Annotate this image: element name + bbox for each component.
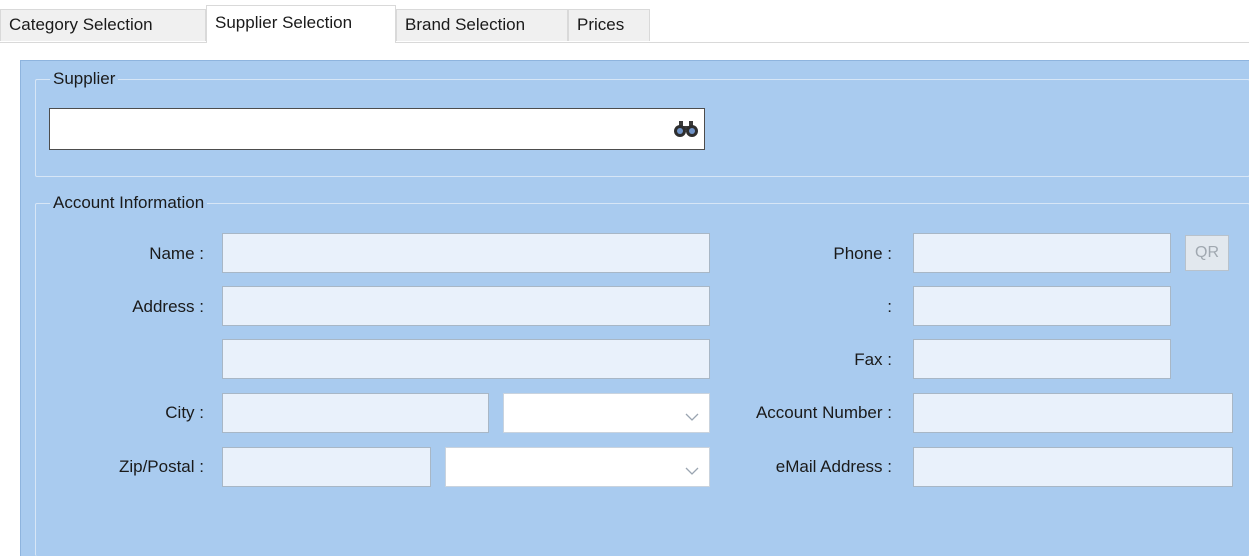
tab-prices[interactable]: Prices [568,9,650,41]
tab-label: Supplier Selection [215,13,353,32]
email-address-label: eMail Address : [775,457,892,476]
city-field[interactable] [222,393,489,433]
qr-button[interactable]: QR [1185,235,1229,271]
address-line2-field[interactable] [222,339,710,379]
tab-category-selection[interactable]: Category Selection [0,9,206,41]
address-label: Address : [132,297,204,316]
supplier-search-input[interactable] [49,108,705,150]
tab-divider [0,42,1249,43]
tab-supplier-selection[interactable]: Supplier Selection [206,5,396,43]
state-dropdown[interactable] [503,393,710,433]
supplier-group: Supplier [35,69,1249,177]
tab-bar: Category Selection Supplier Selection Br… [0,0,1249,44]
fax-label: Fax : [854,350,892,369]
zip-postal-field[interactable] [222,447,431,487]
account-number-field[interactable] [913,393,1233,433]
name-label: Name : [149,244,204,263]
chevron-down-icon [685,461,699,481]
email-address-field[interactable] [913,447,1233,487]
tab-label: Category Selection [9,15,153,34]
supplier-legend: Supplier [50,69,119,89]
address-line1-field[interactable] [222,286,710,326]
phone2-label: : [887,297,892,316]
phone2-field[interactable] [913,286,1171,326]
tab-brand-selection[interactable]: Brand Selection [396,9,568,41]
supplier-panel: Supplier Account Information Name : Addr… [20,60,1249,556]
chevron-down-icon [685,407,699,427]
phone-label: Phone : [833,244,892,263]
tab-label: Brand Selection [405,15,526,34]
tab-label: Prices [577,15,625,34]
city-label: City : [165,403,204,422]
fax-field[interactable] [913,339,1171,379]
country-dropdown[interactable] [445,447,710,487]
binoculars-icon[interactable] [673,120,699,143]
zip-postal-label: Zip/Postal : [118,457,204,476]
account-number-label: Account Number : [755,403,892,422]
account-information-legend: Account Information [50,193,208,213]
name-field[interactable] [222,233,710,273]
phone-field[interactable] [913,233,1171,273]
